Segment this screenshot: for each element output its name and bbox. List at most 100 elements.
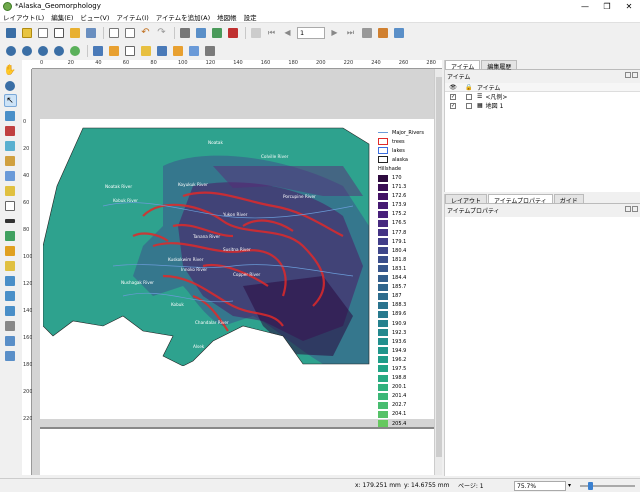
scrollbar-thumb[interactable] xyxy=(436,77,442,457)
raise-icon[interactable] xyxy=(155,44,168,57)
distribute-icon[interactable] xyxy=(203,44,216,57)
align-icon[interactable] xyxy=(187,44,200,57)
legend-alaska: alaska xyxy=(378,155,438,164)
close-panel-icon[interactable] xyxy=(632,206,638,212)
add-scalebar-icon[interactable] xyxy=(4,214,17,227)
add-attribute-table-icon[interactable] xyxy=(4,334,17,347)
minimize-icon[interactable]: — xyxy=(574,0,596,12)
open-template-icon[interactable] xyxy=(68,26,81,39)
pan-hand-icon[interactable]: ✋ xyxy=(4,64,17,77)
lock-checkbox[interactable] xyxy=(466,93,472,100)
layout-page-2[interactable] xyxy=(40,427,438,475)
visibility-checkbox[interactable]: ✓ xyxy=(450,93,456,100)
maximize-icon[interactable]: ❐ xyxy=(596,0,618,12)
save-icon[interactable] xyxy=(4,26,17,39)
pan-icon[interactable] xyxy=(123,26,136,39)
export-svg-icon[interactable] xyxy=(210,26,223,39)
hillshade-value: 173.9 xyxy=(392,202,407,209)
print-icon[interactable] xyxy=(178,26,191,39)
layout-canvas[interactable]: Noatak River Kobuk River Koyukuk River Y… xyxy=(32,69,442,475)
duplicate-layout-icon[interactable] xyxy=(36,26,49,39)
tree-row-legend[interactable]: ✓ ☰ <凡例> xyxy=(445,92,640,101)
tab-items[interactable]: アイテム xyxy=(445,60,481,71)
float-icon[interactable] xyxy=(625,72,631,78)
add-arrow-icon[interactable] xyxy=(4,274,17,287)
atlas-settings-icon[interactable] xyxy=(249,26,262,39)
select-move-icon[interactable]: ↖ xyxy=(3,94,17,107)
ungroup-icon[interactable] xyxy=(139,44,152,57)
lock-checkbox[interactable] xyxy=(466,102,472,109)
canvas-scrollbar[interactable] xyxy=(434,69,442,475)
hillshade-value: 201.4 xyxy=(392,393,407,400)
lower-icon[interactable] xyxy=(171,44,184,57)
export-pdf-icon[interactable] xyxy=(226,26,239,39)
atlas-pdf-icon[interactable] xyxy=(392,26,405,39)
view-toolbar xyxy=(0,42,640,59)
map-label: Copper River xyxy=(233,272,261,277)
export-image-icon[interactable] xyxy=(194,26,207,39)
print-atlas-icon[interactable] xyxy=(360,26,373,39)
last-feature-icon[interactable]: ⏭ xyxy=(344,26,357,39)
save-template-icon[interactable] xyxy=(84,26,97,39)
add-label-icon[interactable] xyxy=(4,184,17,197)
zoom-combo[interactable]: 75.7% xyxy=(514,481,566,491)
visibility-checkbox[interactable]: ✓ xyxy=(450,102,456,109)
redo-icon[interactable]: ↷ xyxy=(155,26,168,39)
add-polyline-icon[interactable] xyxy=(4,304,17,317)
menu-view[interactable]: ビュー(V) xyxy=(80,12,109,22)
close-panel-icon[interactable] xyxy=(632,72,638,78)
tree-row-map[interactable]: ✓ ▦ 地図 1 xyxy=(445,101,640,110)
menu-layout[interactable]: レイアウト(L) xyxy=(3,12,44,22)
float-icon[interactable] xyxy=(625,206,631,212)
add-html-icon[interactable] xyxy=(4,319,17,332)
add-pages-icon[interactable] xyxy=(107,26,120,39)
zoom-tool-icon[interactable] xyxy=(4,79,17,92)
undo-icon[interactable]: ↶ xyxy=(139,26,152,39)
add-picture-icon[interactable] xyxy=(4,169,17,182)
add-polygon-icon[interactable] xyxy=(4,289,17,302)
add-map-icon[interactable] xyxy=(4,139,17,152)
add-3d-map-icon[interactable] xyxy=(4,154,17,167)
prev-feature-icon[interactable]: ◀ xyxy=(281,26,294,39)
page-number-input[interactable]: 1 xyxy=(297,26,325,39)
add-shape-icon[interactable] xyxy=(4,244,17,257)
move-content-icon[interactable] xyxy=(4,109,17,122)
legend-item[interactable]: Major_Rivers trees lakes alaska Hillshad… xyxy=(378,128,438,464)
zoom-dropdown-icon[interactable]: ▾ xyxy=(568,482,571,489)
add-north-arrow-icon[interactable] xyxy=(4,229,17,242)
tab-undo-history[interactable]: 編集履歴 xyxy=(481,60,518,71)
tab-item-properties[interactable]: アイテムプロパティ xyxy=(488,194,553,205)
new-layout-icon[interactable] xyxy=(20,26,33,39)
zoom-in-icon[interactable] xyxy=(4,44,17,57)
close-icon[interactable]: ✕ xyxy=(618,0,640,12)
menu-settings[interactable]: 設定 xyxy=(244,12,257,22)
zoom-slider-handle[interactable] xyxy=(588,482,593,490)
menu-atlas[interactable]: 地図帳 xyxy=(217,12,237,22)
group-icon[interactable] xyxy=(123,44,136,57)
unlock-items-icon[interactable] xyxy=(107,44,120,57)
cursor-y: y: 14.6755 mm xyxy=(404,482,450,489)
lock-items-icon[interactable] xyxy=(91,44,104,57)
zoom-out-icon[interactable] xyxy=(20,44,33,57)
export-atlas-icon[interactable] xyxy=(376,26,389,39)
tab-guides[interactable]: ガイド xyxy=(553,194,584,205)
add-marker-icon[interactable] xyxy=(4,259,17,272)
zoom-full-icon[interactable] xyxy=(52,44,65,57)
map-item[interactable]: Noatak River Kobuk River Koyukuk River Y… xyxy=(43,126,371,366)
hillshade-swatch xyxy=(378,192,388,200)
menu-item[interactable]: アイテム(I) xyxy=(116,12,148,22)
add-legend-icon[interactable] xyxy=(4,199,17,212)
add-fixed-table-icon[interactable] xyxy=(4,349,17,362)
first-feature-icon[interactable]: ⏮ xyxy=(265,26,278,39)
layout-manager-icon[interactable] xyxy=(52,26,65,39)
menu-add-item[interactable]: アイテムを追加(A) xyxy=(156,12,210,22)
next-feature-icon[interactable]: ▶ xyxy=(328,26,341,39)
refresh-icon[interactable] xyxy=(68,44,81,57)
hillshade-swatch xyxy=(378,310,388,318)
edit-nodes-icon[interactable] xyxy=(4,124,17,137)
menu-edit[interactable]: 編集(E) xyxy=(51,12,73,22)
zoom-100-icon[interactable] xyxy=(36,44,49,57)
hillshade-class: 176.5 xyxy=(378,219,438,228)
tab-layout[interactable]: レイアウト xyxy=(445,194,488,205)
layout-page[interactable]: Noatak River Kobuk River Koyukuk River Y… xyxy=(40,119,438,464)
